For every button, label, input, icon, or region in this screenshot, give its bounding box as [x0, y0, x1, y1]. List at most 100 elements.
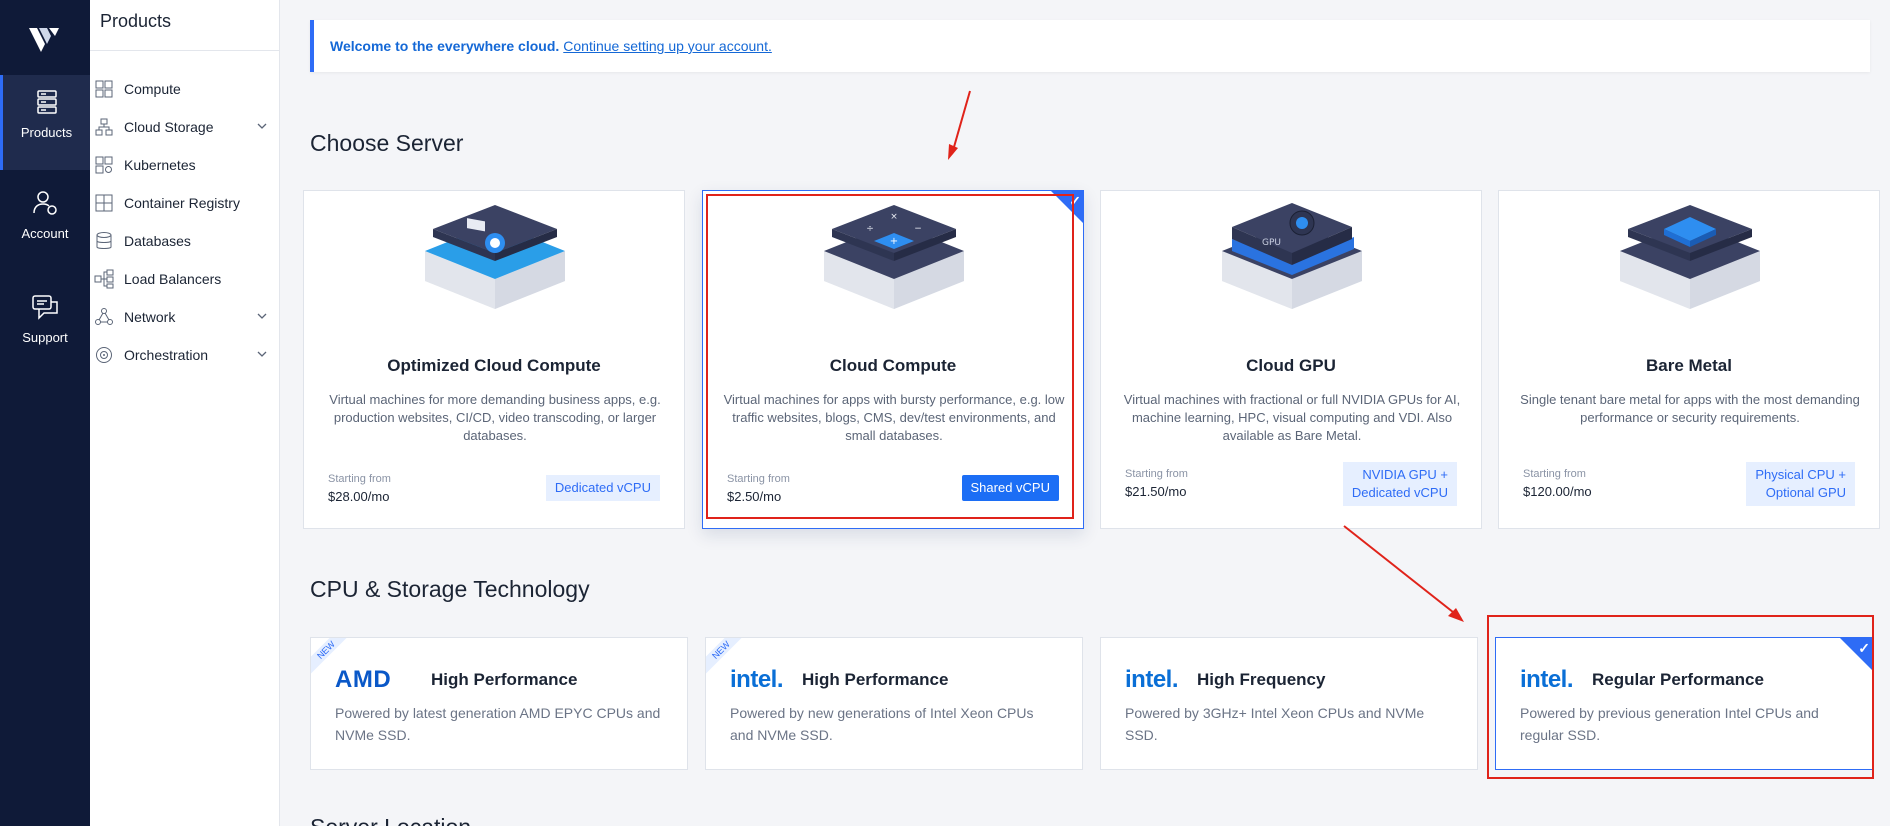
load-balancer-icon	[94, 269, 114, 289]
card-description: Virtual machines with fractional or full…	[1123, 392, 1461, 443]
card-title: Cloud Compute	[829, 356, 957, 375]
card-price: $21.50/mo	[1125, 484, 1187, 499]
starting-from-label: Starting from	[1523, 468, 1586, 480]
svg-text:+: +	[890, 236, 898, 247]
intel-logo: intel.	[1520, 666, 1574, 693]
card-title: Bare Metal	[1646, 356, 1732, 375]
rail-item-label: Support	[22, 330, 68, 345]
container-icon	[95, 194, 113, 212]
sidebar-item-label: Load Balancers	[124, 271, 222, 287]
sidebar-item-network[interactable]: Network	[90, 298, 279, 336]
rail-item-label: Account	[21, 226, 69, 241]
rail-item-label: Products	[20, 125, 73, 140]
card-price: $120.00/mo	[1523, 484, 1592, 499]
server-card-cloud-gpu[interactable]: GPU Cloud GPU Virtual machines with frac…	[1100, 190, 1482, 529]
svg-text:GPU: GPU	[1262, 238, 1281, 248]
sidebar-item-label: Kubernetes	[124, 157, 196, 173]
tech-description: Powered by new generations of Intel Xeon…	[730, 705, 1034, 743]
compute-icon	[95, 80, 113, 98]
sidebar-item-databases[interactable]: Databases	[90, 222, 279, 260]
starting-from-label: Starting from	[328, 473, 391, 485]
tech-card-intel-high-performance[interactable]: NEW intel. High Performance Powered by n…	[705, 637, 1083, 770]
performance-title: High Frequency	[1197, 670, 1326, 689]
banner-text: Welcome to the everywhere cloud.	[330, 38, 560, 54]
vcpu-type-badge: Shared vCPU	[961, 475, 1059, 501]
selected-corner: ✓	[1840, 638, 1872, 670]
network-icon	[95, 308, 113, 325]
starting-from-label: Starting from	[1125, 468, 1188, 480]
server-location-title: Server Location	[310, 814, 471, 826]
svg-text:÷: ÷	[866, 224, 874, 234]
badge-line: Optional GPU	[1765, 485, 1846, 500]
performance-title: High Performance	[431, 670, 578, 689]
chevron-down-icon[interactable]	[257, 311, 267, 321]
database-icon	[96, 232, 112, 249]
cpu-storage-title: CPU & Storage Technology	[310, 576, 590, 602]
tech-description: Powered by latest generation AMD EPYC CP…	[335, 705, 661, 743]
main-content: Welcome to the everywhere cloud. Continue…	[280, 0, 1890, 826]
sidebar-item-label: Cloud Storage	[124, 119, 214, 135]
chevron-down-icon[interactable]	[257, 349, 267, 359]
welcome-banner: Welcome to the everywhere cloud. Continue…	[310, 20, 1870, 72]
sidebar-item-label: Network	[124, 309, 176, 325]
card-description: Virtual machines for more demanding busi…	[329, 392, 661, 443]
sidebar-item-container-registry[interactable]: Container Registry	[90, 184, 279, 222]
continue-setup-link[interactable]: Continue setting up your account.	[563, 38, 772, 54]
cloud-compute-illustration: + × ÷ −	[824, 205, 964, 309]
badge-line: NVIDIA GPU +	[1362, 467, 1448, 482]
vultr-logo[interactable]	[25, 20, 65, 60]
vcpu-type-badge: Dedicated vCPU	[545, 475, 660, 501]
intel-logo: intel.	[1125, 666, 1179, 693]
gpu-illustration: GPU	[1222, 203, 1362, 309]
sidebar-item-label: Databases	[124, 233, 191, 249]
card-title: Optimized Cloud Compute	[387, 356, 601, 375]
server-card-optimized-cloud-compute[interactable]: Optimized Cloud Compute Virtual machines…	[303, 190, 685, 529]
sidebar-title: Products	[90, 0, 279, 51]
tech-card-intel-regular-performance[interactable]: intel. Regular Performance Powered by pr…	[1495, 637, 1873, 770]
sidebar-item-compute[interactable]: Compute	[90, 70, 279, 108]
check-icon: ✓	[1069, 193, 1081, 209]
card-price: $28.00/mo	[328, 489, 390, 504]
products-sidebar: Products Compute Cloud Storage Kubernete…	[90, 0, 280, 826]
server-stack-icon	[36, 90, 57, 114]
rail-item-products[interactable]: Products	[0, 75, 90, 170]
sidebar-item-kubernetes[interactable]: Kubernetes	[90, 146, 279, 184]
bare-metal-illustration	[1620, 205, 1760, 309]
badge-line: Physical CPU +	[1755, 467, 1846, 482]
sidebar-item-label: Compute	[124, 81, 181, 97]
server-card-cloud-compute[interactable]: + × ÷ − Cloud Compute Virtual machines f…	[702, 190, 1084, 529]
storage-icon	[95, 118, 113, 136]
orchestration-icon	[96, 347, 112, 363]
rail-item-account[interactable]: Account	[0, 188, 90, 241]
amd-logo: AMD	[335, 666, 392, 693]
choose-server-title: Choose Server	[310, 130, 464, 156]
card-price: $2.50/mo	[727, 489, 782, 504]
svg-text:×: ×	[890, 212, 898, 222]
server-card-bare-metal[interactable]: Bare Metal Single tenant bare metal for …	[1498, 190, 1880, 529]
sidebar-item-cloud-storage[interactable]: Cloud Storage	[90, 108, 279, 146]
primary-nav-rail: Products Account Support	[0, 0, 90, 826]
svg-text:−: −	[914, 224, 922, 234]
card-description: Single tenant bare metal for apps with t…	[1520, 392, 1860, 425]
tech-card-intel-high-frequency[interactable]: intel. High Frequency Powered by 3GHz+ I…	[1100, 637, 1478, 770]
sidebar-item-orchestration[interactable]: Orchestration	[90, 336, 279, 374]
intel-logo: intel.	[730, 666, 784, 693]
chat-bubbles-icon	[32, 295, 58, 320]
check-icon: ✓	[1858, 640, 1870, 656]
card-title: Cloud GPU	[1246, 356, 1336, 375]
rail-item-support[interactable]: Support	[0, 292, 90, 345]
tech-card-amd-high-performance[interactable]: NEW AMD High Performance Powered by late…	[310, 637, 688, 770]
badge-line: Dedicated vCPU	[1351, 485, 1448, 500]
chevron-down-icon[interactable]	[257, 121, 267, 131]
card-description: Virtual machines for apps with bursty pe…	[723, 392, 1065, 443]
vcpu-type-badge: NVIDIA GPU + Dedicated vCPU	[1342, 462, 1457, 506]
sidebar-item-label: Container Registry	[124, 195, 240, 211]
cpu-type-badge: Physical CPU + Optional GPU	[1746, 462, 1855, 506]
starting-from-label: Starting from	[727, 473, 790, 485]
user-gear-icon	[33, 191, 57, 215]
optimized-compute-illustration	[425, 205, 565, 309]
kubernetes-icon	[95, 156, 113, 174]
sidebar-item-load-balancers[interactable]: Load Balancers	[90, 260, 279, 298]
performance-title: High Performance	[802, 670, 949, 689]
tech-description: Powered by previous generation Intel CPU…	[1520, 705, 1819, 743]
